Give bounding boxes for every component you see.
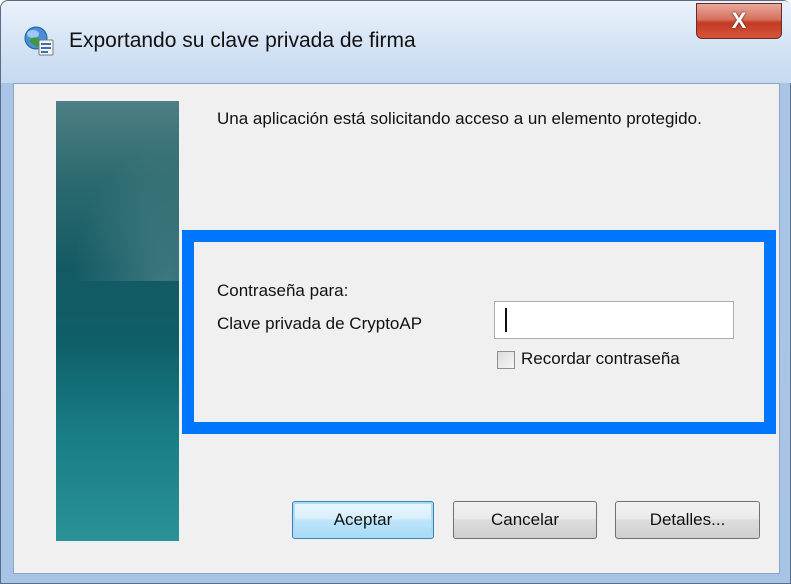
dialog-window: Exportando su clave privada de firma X U… <box>0 0 791 584</box>
close-button[interactable]: X <box>696 3 782 39</box>
remember-password-label[interactable]: Recordar contraseña <box>521 349 680 369</box>
password-input[interactable] <box>494 301 734 339</box>
remember-password-checkbox[interactable] <box>497 351 515 369</box>
ok-button[interactable]: Aceptar <box>292 501 434 539</box>
key-name-label: Clave privada de CryptoAP <box>217 314 423 333</box>
side-banner <box>56 101 179 541</box>
window-title: Exportando su clave privada de firma <box>69 29 416 52</box>
details-button[interactable]: Detalles... <box>615 501 760 539</box>
cancel-button[interactable]: Cancelar <box>453 501 597 539</box>
title-bar[interactable]: Exportando su clave privada de firma X <box>1 1 791 83</box>
close-icon: X <box>731 8 747 33</box>
security-key-icon <box>23 25 55 57</box>
text-caret <box>505 308 507 332</box>
password-for-label: Contraseña para: <box>217 281 349 300</box>
info-message: Una aplicación está solicitando acceso a… <box>217 109 702 128</box>
